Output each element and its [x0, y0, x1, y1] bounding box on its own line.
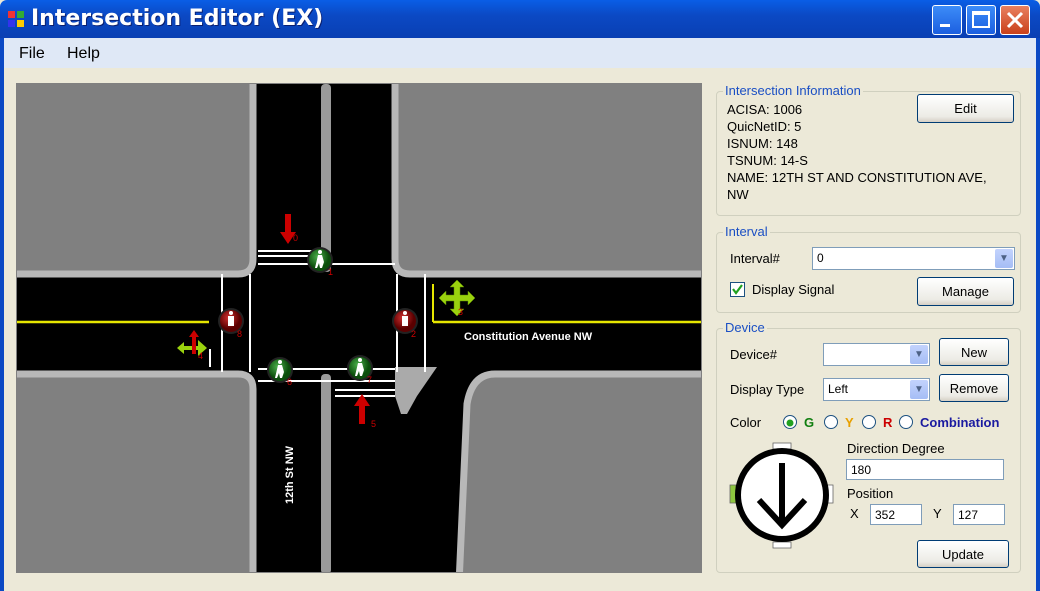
color-label: Color	[730, 415, 762, 430]
position-label: Position	[847, 486, 894, 501]
signal-number-3: 3	[458, 307, 463, 317]
manage-button[interactable]: Manage	[917, 277, 1014, 306]
window-frame-right	[1036, 68, 1040, 591]
position-x-input[interactable]: 352	[870, 504, 922, 525]
intersection-info-label: Intersection Information	[723, 83, 863, 98]
name-text-line2: NW	[727, 187, 749, 202]
menu-help[interactable]: Help	[67, 45, 100, 63]
street-name-ns: 12th St NW	[284, 445, 296, 504]
remove-button[interactable]: Remove	[939, 374, 1009, 402]
signal-number-1: 1	[328, 267, 333, 277]
acisa-text: ACISA: 1006	[727, 102, 803, 117]
color-g-radio[interactable]	[783, 415, 797, 429]
tsnum-text: TSNUM: 14-S	[727, 153, 808, 168]
signal-number-2: 2	[411, 329, 416, 339]
minimize-button[interactable]	[932, 5, 962, 35]
minimize-icon	[940, 24, 950, 27]
quicnet-text: QuicNetID: 5	[727, 119, 802, 134]
chevron-down-icon: ▼	[910, 380, 928, 399]
x-label: X	[850, 506, 859, 521]
median-south	[321, 374, 331, 572]
signal-number-6: 6	[287, 377, 292, 387]
display-type-select[interactable]: Left ▼	[823, 378, 930, 401]
interval-select-value: 0	[817, 251, 824, 265]
interval-group: Interval Interval# 0 ▼ Display Signal Ma…	[716, 224, 1021, 313]
position-y-input[interactable]: 127	[953, 504, 1005, 525]
edit-button[interactable]: Edit	[917, 94, 1014, 123]
direction-degree-label: Direction Degree	[847, 441, 945, 456]
y-label: Y	[933, 506, 942, 521]
display-type-label: Display Type	[730, 382, 805, 397]
intersection-map[interactable]: Constitution Avenue NW 12th St NW 0 5 3 …	[16, 83, 702, 573]
interval-select[interactable]: 0 ▼	[812, 247, 1015, 270]
color-r-label[interactable]: R	[883, 415, 892, 430]
app-icon	[8, 11, 24, 27]
device-group-label: Device	[723, 320, 767, 335]
update-button[interactable]: Update	[917, 540, 1009, 568]
radio-dot-icon	[786, 419, 794, 427]
signal-number-7: 7	[367, 375, 372, 385]
interval-label: Interval#	[730, 251, 780, 266]
checkmark-icon	[732, 284, 743, 295]
intersection-info-group: Intersection Information ACISA: 1006 Qui…	[716, 83, 1021, 216]
signal-number-8: 8	[237, 329, 242, 339]
title-bar: Intersection Editor (EX)	[0, 0, 1040, 38]
window-title: Intersection Editor (EX)	[31, 6, 324, 31]
color-r-radio[interactable]	[862, 415, 876, 429]
map-canvas: Constitution Avenue NW 12th St NW 0 5 3 …	[17, 84, 701, 572]
color-g-label[interactable]: G	[804, 415, 814, 430]
isnum-text: ISNUM: 148	[727, 136, 798, 151]
direction-degree-input[interactable]: 180	[846, 459, 1004, 480]
color-combination-label[interactable]: Combination	[920, 415, 999, 430]
device-number-label: Device#	[730, 347, 777, 362]
direction-dial[interactable]	[727, 441, 837, 551]
new-button[interactable]: New	[939, 338, 1009, 366]
display-signal-checkbox[interactable]	[730, 282, 745, 297]
street-name-ew: Constitution Avenue NW	[464, 331, 593, 343]
name-text-line1: NAME: 12TH ST AND CONSTITUTION AVE,	[727, 170, 987, 185]
chevron-down-icon: ▼	[995, 249, 1013, 268]
color-combination-radio[interactable]	[899, 415, 913, 429]
display-signal-label[interactable]: Display Signal	[752, 282, 834, 297]
device-number-select[interactable]: ▼	[823, 343, 930, 366]
color-y-radio[interactable]	[824, 415, 838, 429]
signal-number-5: 5	[371, 419, 376, 429]
close-button[interactable]	[1000, 5, 1030, 35]
menu-file[interactable]: File	[19, 45, 45, 63]
signal-number-4: 4	[198, 351, 203, 361]
maximize-icon	[972, 11, 990, 28]
chevron-down-icon: ▼	[910, 345, 928, 364]
close-icon	[1006, 11, 1024, 29]
device-group: Device Device# ▼ New Display Type Left ▼…	[716, 320, 1021, 573]
menu-bar: File Help	[0, 38, 1040, 68]
interval-group-label: Interval	[723, 224, 770, 239]
maximize-button[interactable]	[966, 5, 996, 35]
display-type-value: Left	[828, 382, 849, 396]
color-y-label[interactable]: Y	[845, 415, 854, 430]
signal-number-0: 0	[293, 233, 298, 243]
median-north	[321, 84, 331, 272]
window-frame-left	[0, 68, 4, 591]
